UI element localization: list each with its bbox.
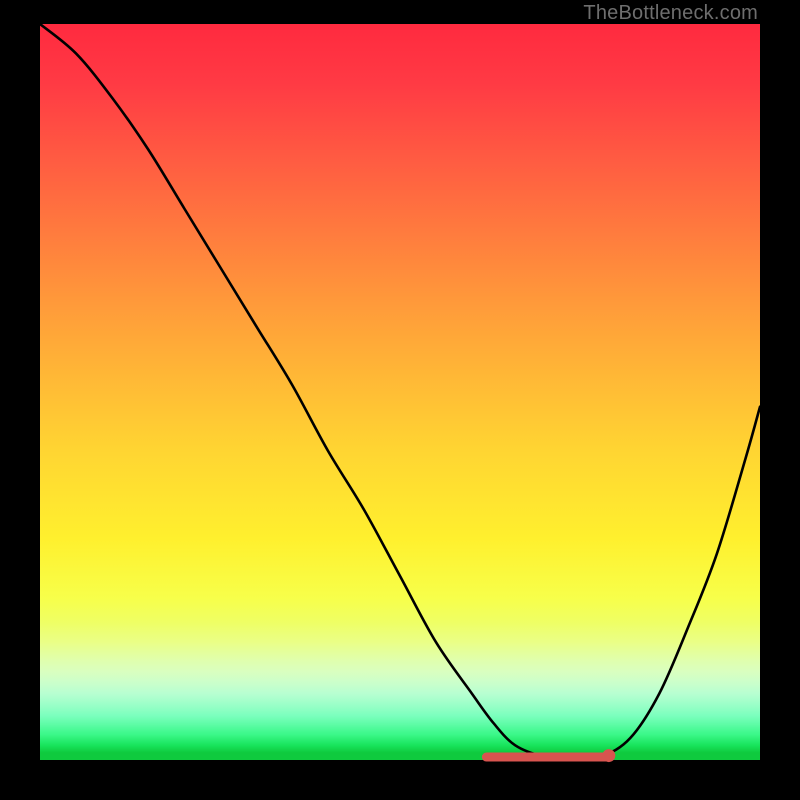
chart-frame: TheBottleneck.com	[0, 0, 800, 800]
curve-svg	[40, 24, 760, 760]
bottleneck-curve-path	[40, 24, 760, 758]
watermark-text: TheBottleneck.com	[583, 2, 758, 25]
marker-dot	[602, 749, 615, 762]
plot-area	[40, 24, 760, 760]
